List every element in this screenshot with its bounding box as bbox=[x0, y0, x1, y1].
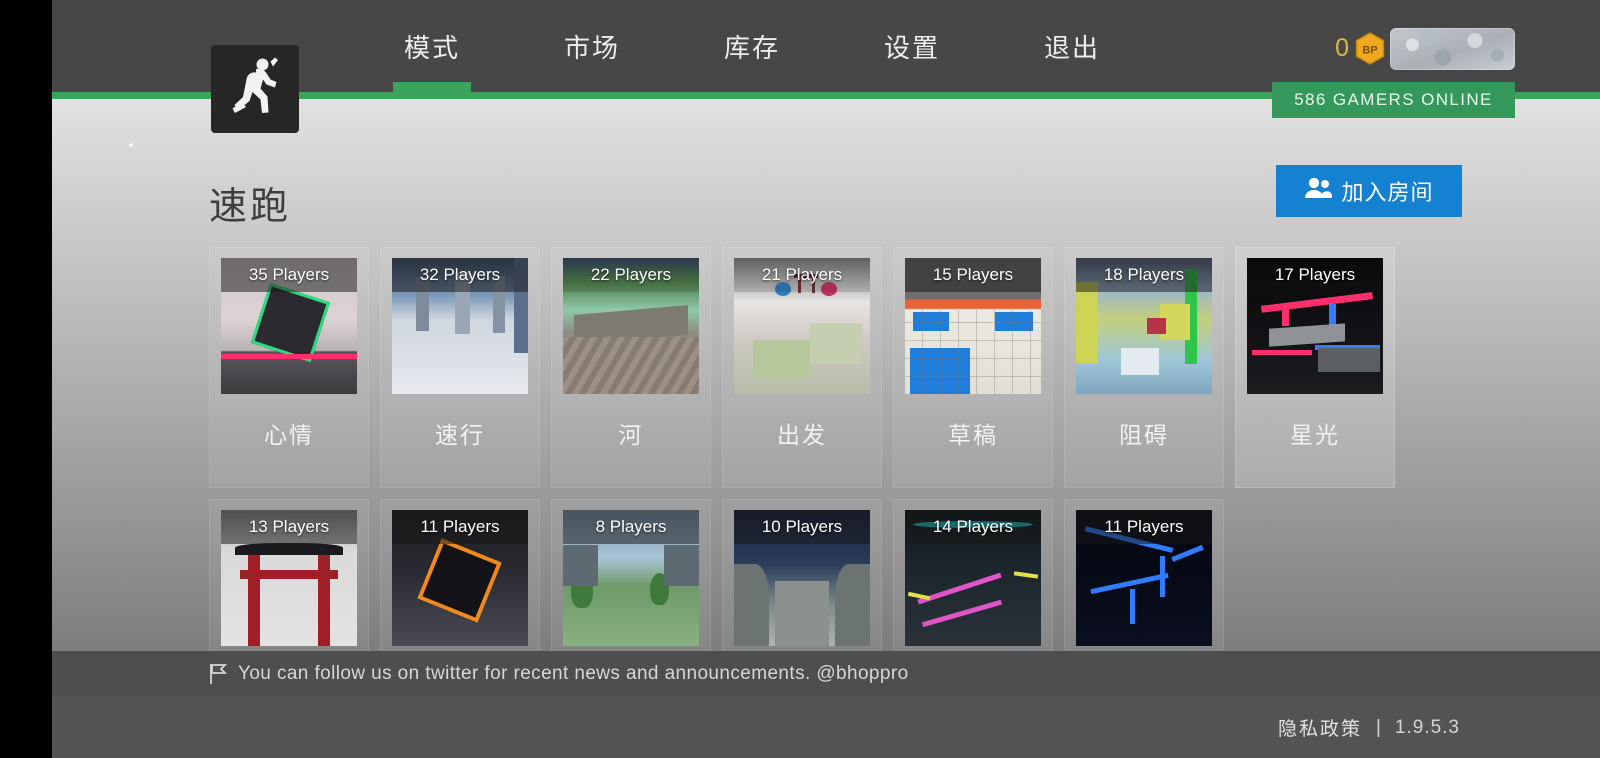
top-header: 模式 市场 库存 设置 退出 0 BP 586 GAMERS ONLINE bbox=[52, 0, 1600, 133]
main-nav: 模式 市场 库存 设置 退出 bbox=[352, 0, 1152, 92]
version-label: 1.9.5.3 bbox=[1394, 716, 1460, 738]
map-card[interactable]: 35 Players 心情 bbox=[209, 247, 369, 488]
map-card[interactable]: 21 Players 出发 bbox=[722, 247, 882, 488]
player-count-badge: 18 Players bbox=[1076, 258, 1212, 292]
map-name: 出发 bbox=[777, 422, 827, 448]
separator: | bbox=[1375, 716, 1381, 738]
privacy-policy-link[interactable]: 隐私政策 bbox=[1278, 714, 1362, 741]
map-card[interactable]: 32 Players 速行 bbox=[380, 247, 540, 488]
map-thumbnail: 11 Players bbox=[1076, 510, 1212, 646]
map-thumbnail: 35 Players bbox=[221, 258, 357, 394]
nav-item-settings[interactable]: 设置 bbox=[832, 0, 992, 92]
map-card[interactable]: 22 Players 河 bbox=[551, 247, 711, 488]
map-card[interactable]: 18 Players 阻碍 bbox=[1064, 247, 1224, 488]
map-thumbnail: 22 Players bbox=[563, 258, 699, 394]
main-content: 速跑 加入房间 35 Players 心情 32 Players 速行 22 Pla… bbox=[52, 92, 1600, 740]
map-thumbnail: 15 Players bbox=[905, 258, 1041, 394]
map-card[interactable]: 17 Players 星光 bbox=[1235, 247, 1395, 488]
map-thumbnail: 14 Players bbox=[905, 510, 1041, 646]
game-app: 模式 市场 库存 设置 退出 0 BP 586 GAMERS ONLINE 速跑… bbox=[52, 0, 1600, 758]
twitter-message: You can follow us on twitter for recent … bbox=[238, 662, 909, 684]
map-thumbnail: 18 Players bbox=[1076, 258, 1212, 394]
map-thumbnail: 32 Players bbox=[392, 258, 528, 394]
player-count-badge: 8 Players bbox=[563, 510, 699, 544]
flag-icon bbox=[209, 663, 228, 685]
bottom-bar-right: 隐私政策 | 1.9.5.3 bbox=[1278, 714, 1460, 741]
player-count-badge: 22 Players bbox=[563, 258, 699, 292]
map-thumbnail: 17 Players bbox=[1247, 258, 1383, 394]
player-count-badge: 10 Players bbox=[734, 510, 870, 544]
nav-label: 设置 bbox=[883, 32, 940, 63]
running-man-icon bbox=[226, 55, 284, 124]
map-name: 心情 bbox=[264, 422, 314, 448]
map-name: 星光 bbox=[1290, 422, 1340, 448]
map-name: 河 bbox=[618, 422, 644, 448]
nav-label: 模式 bbox=[403, 32, 460, 63]
map-card[interactable]: 15 Players 草稿 bbox=[893, 247, 1053, 488]
nav-item-exit[interactable]: 退出 bbox=[992, 0, 1152, 92]
page-title: 速跑 bbox=[209, 186, 292, 228]
map-name: 草稿 bbox=[948, 422, 998, 448]
gamers-online-label: 586 GAMERS ONLINE bbox=[1294, 90, 1493, 109]
player-count-badge: 11 Players bbox=[1076, 510, 1212, 544]
nav-item-inventory[interactable]: 库存 bbox=[672, 0, 832, 92]
player-count-badge: 15 Players bbox=[905, 258, 1041, 292]
join-room-button[interactable]: 加入房间 bbox=[1276, 165, 1462, 217]
gamers-online-banner: 586 GAMERS ONLINE bbox=[1272, 82, 1515, 118]
avatar-loading-placeholder[interactable] bbox=[1390, 28, 1515, 70]
decorative-dot bbox=[129, 143, 133, 147]
nav-label: 库存 bbox=[723, 32, 780, 63]
map-thumbnail: 21 Players bbox=[734, 258, 870, 394]
svg-text:BP: BP bbox=[1362, 45, 1377, 57]
twitter-announcement-bar: You can follow us on twitter for recent … bbox=[52, 651, 1600, 696]
map-thumbnail: 13 Players bbox=[221, 510, 357, 646]
player-count-badge: 13 Players bbox=[221, 510, 357, 544]
map-thumbnail: 8 Players bbox=[563, 510, 699, 646]
nav-item-market[interactable]: 市场 bbox=[512, 0, 672, 92]
currency-display[interactable]: 0 BP bbox=[1335, 32, 1385, 65]
player-count-badge: 35 Players bbox=[221, 258, 357, 292]
bp-hexagon-icon: BP bbox=[1355, 32, 1385, 65]
map-name: 速行 bbox=[435, 422, 485, 448]
map-name: 阻碍 bbox=[1119, 422, 1169, 448]
player-count-badge: 32 Players bbox=[392, 258, 528, 292]
player-count-badge: 11 Players bbox=[392, 510, 528, 544]
player-count-badge: 21 Players bbox=[734, 258, 870, 292]
game-logo[interactable] bbox=[211, 45, 299, 133]
screen-root: 模式 市场 库存 设置 退出 0 BP 586 GAMERS ONLINE 速跑… bbox=[0, 0, 1600, 758]
people-icon bbox=[1304, 176, 1333, 206]
nav-label: 市场 bbox=[563, 32, 620, 63]
currency-value: 0 bbox=[1335, 34, 1349, 62]
active-tab-indicator bbox=[393, 82, 471, 92]
player-count-badge: 17 Players bbox=[1247, 258, 1383, 292]
join-room-label: 加入房间 bbox=[1341, 180, 1434, 205]
player-count-badge: 14 Players bbox=[905, 510, 1041, 544]
letterbox-left bbox=[0, 0, 52, 758]
nav-label: 退出 bbox=[1043, 32, 1100, 63]
map-thumbnail: 10 Players bbox=[734, 510, 870, 646]
map-thumbnail: 11 Players bbox=[392, 510, 528, 646]
bottom-bar: 隐私政策 | 1.9.5.3 bbox=[52, 696, 1600, 758]
nav-item-modes[interactable]: 模式 bbox=[352, 0, 512, 92]
